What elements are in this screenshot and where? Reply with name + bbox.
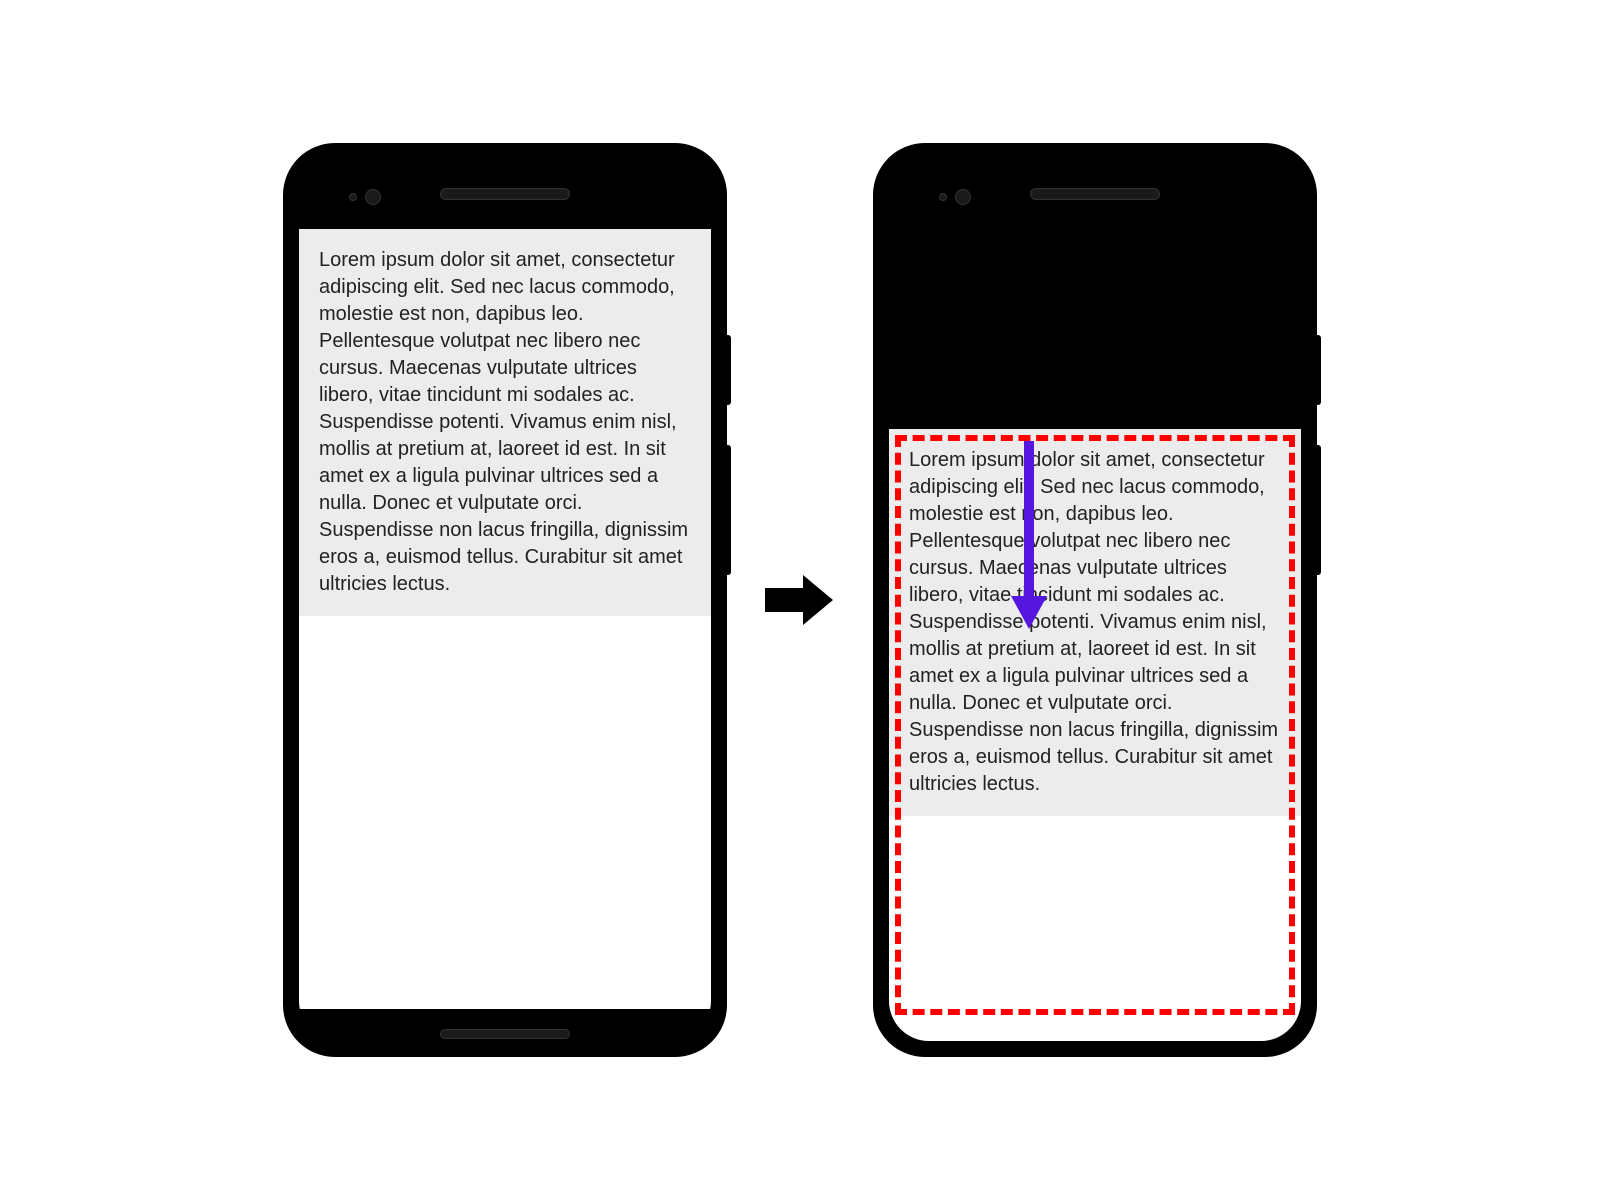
phone-screen-before: Lorem ipsum dolor sit amet, consectetur …: [299, 229, 711, 1009]
camera-dot: [955, 189, 971, 205]
phone-top-bar: [299, 159, 711, 229]
phone-top-bar: [889, 159, 1301, 229]
phone-side-button: [1315, 335, 1321, 405]
content-text-block: Lorem ipsum dolor sit amet, consectetur …: [299, 229, 711, 616]
phone-bottom-bar: [299, 1009, 711, 1041]
phone-side-button: [725, 445, 731, 575]
sensor-dot: [939, 193, 947, 201]
phone-inner: Lorem ipsum dolor sit amet, consectetur …: [889, 159, 1301, 1041]
phone-screen-after: Lorem ipsum dolor sit amet, consectetur …: [889, 429, 1301, 1041]
phone-mockup-before: Lorem ipsum dolor sit amet, consectetur …: [285, 145, 725, 1055]
phone-inner: Lorem ipsum dolor sit amet, consectetur …: [299, 159, 711, 1041]
bottom-speaker: [440, 1029, 570, 1039]
phone-mockup-after: Lorem ipsum dolor sit amet, consectetur …: [875, 145, 1315, 1055]
transition-arrow-icon: [765, 570, 835, 630]
earpiece-speaker: [1030, 188, 1160, 200]
content-text-block: Lorem ipsum dolor sit amet, consectetur …: [889, 429, 1301, 816]
phone-side-button: [725, 335, 731, 405]
earpiece-speaker: [440, 188, 570, 200]
sensor-dot: [349, 193, 357, 201]
scroll-direction-arrow-icon: [1009, 441, 1049, 636]
camera-cluster: [349, 189, 381, 205]
phone-side-button: [1315, 445, 1321, 575]
camera-cluster: [939, 189, 971, 205]
camera-dot: [365, 189, 381, 205]
